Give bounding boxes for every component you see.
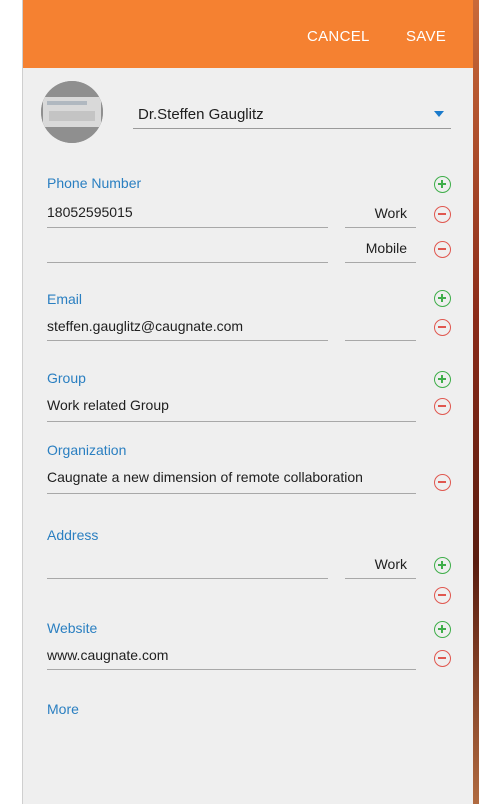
remove-email-icon[interactable] <box>434 319 451 336</box>
group-label: Group <box>47 370 86 386</box>
website-field[interactable]: www.caugnate.com <box>47 647 168 663</box>
remove-address-icon[interactable] <box>434 587 451 604</box>
save-button[interactable]: SAVE <box>406 28 446 45</box>
address-underline <box>47 578 328 579</box>
remove-phone-icon-1[interactable] <box>434 206 451 223</box>
avatar[interactable] <box>41 81 103 143</box>
remove-group-icon[interactable] <box>434 398 451 415</box>
add-website-icon[interactable] <box>434 621 451 638</box>
caret-down-icon[interactable] <box>434 111 444 117</box>
add-email-icon[interactable] <box>434 290 451 307</box>
phone-underline-1 <box>47 227 328 228</box>
background-edge <box>472 0 479 804</box>
edit-contact-panel: CANCEL SAVE Dr.Steffen Gauglitz Phone Nu… <box>22 0 473 804</box>
name-underline <box>133 128 451 129</box>
email-type-underline <box>345 340 416 341</box>
phone-type-2[interactable]: Mobile <box>345 240 407 256</box>
phone-field-1[interactable]: 18052595015 <box>47 204 133 220</box>
phone-type-1[interactable]: Work <box>345 205 407 221</box>
remove-website-icon[interactable] <box>434 650 451 667</box>
website-label: Website <box>47 620 98 636</box>
address-label: Address <box>47 527 99 543</box>
organization-label: Organization <box>47 442 127 458</box>
organization-field[interactable]: Caugnate a new dimension of remote colla… <box>47 469 363 485</box>
organization-underline <box>47 493 416 494</box>
group-field[interactable]: Work related Group <box>47 397 169 413</box>
remove-phone-icon-2[interactable] <box>434 241 451 258</box>
phone-type-underline-2 <box>345 262 416 263</box>
add-phone-icon[interactable] <box>434 176 451 193</box>
cancel-button[interactable]: CANCEL <box>307 28 370 45</box>
address-type[interactable]: Work <box>345 556 407 572</box>
email-label: Email <box>47 291 83 307</box>
add-address-icon[interactable] <box>434 557 451 574</box>
email-field[interactable]: steffen.gauglitz@caugnate.com <box>47 318 243 334</box>
contact-name-field[interactable]: Dr.Steffen Gauglitz <box>138 106 264 123</box>
address-type-underline <box>345 578 416 579</box>
phone-label: Phone Number <box>47 175 142 191</box>
phone-underline-2 <box>47 262 328 263</box>
website-underline <box>47 669 416 670</box>
add-group-icon[interactable] <box>434 371 451 388</box>
phone-type-underline-1 <box>345 227 416 228</box>
action-bar: CANCEL SAVE <box>23 0 473 68</box>
remove-organization-icon[interactable] <box>434 474 451 491</box>
group-underline <box>47 421 416 422</box>
email-underline <box>47 340 328 341</box>
more-link[interactable]: More <box>47 701 79 717</box>
